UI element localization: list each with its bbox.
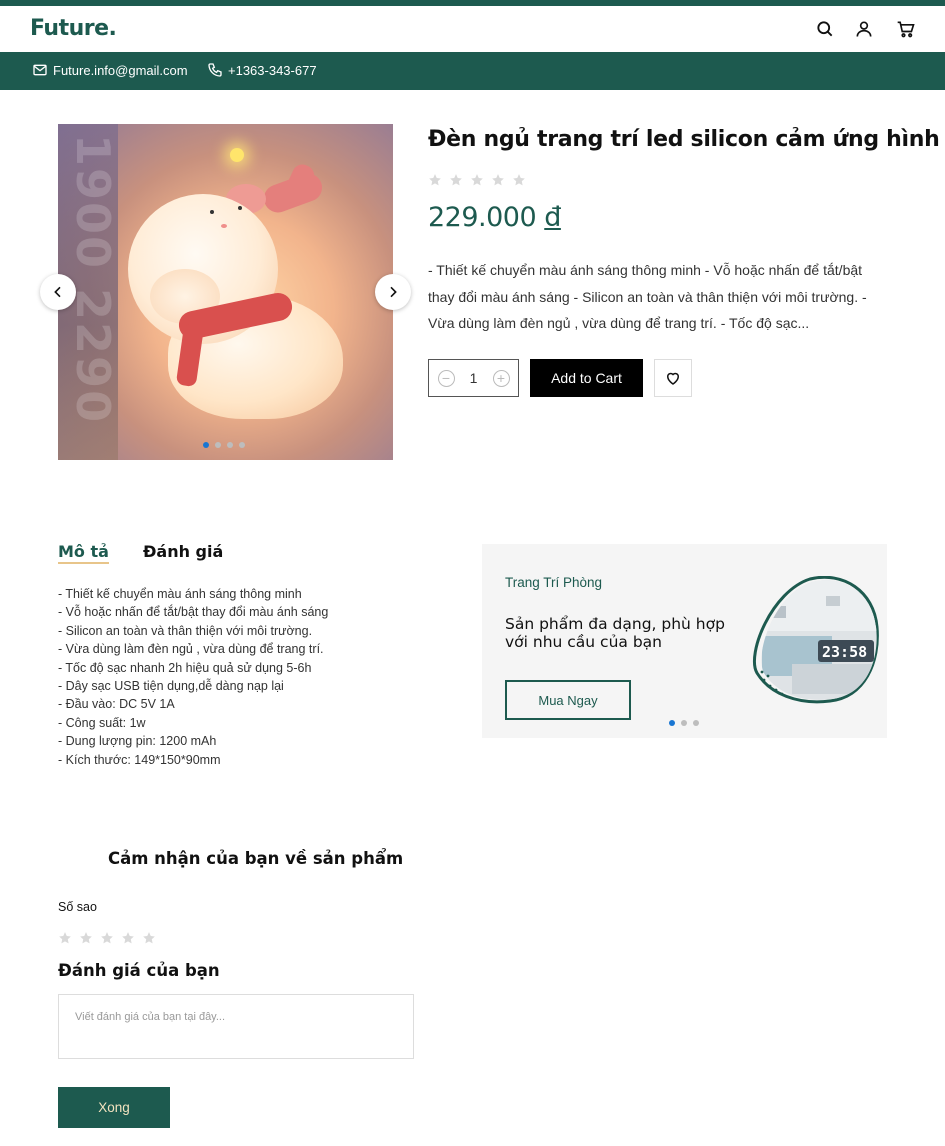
star-shape — [101, 932, 113, 944]
review-form-title: Cảm nhận của bạn về sản phẩm — [108, 849, 404, 868]
star-icon[interactable] — [100, 931, 114, 945]
chevron-left-icon — [54, 286, 61, 298]
gallery-next-button[interactable] — [375, 274, 411, 310]
carousel-dot[interactable] — [215, 442, 221, 448]
star-shape — [122, 932, 134, 944]
price-amount: 229.000 — [428, 202, 537, 233]
star-icon[interactable] — [512, 173, 526, 187]
star-shape — [492, 174, 504, 186]
star-icon[interactable] — [449, 173, 463, 187]
description-line: - Tốc độ sạc nhanh 2h hiệu quả sử dụng 5… — [58, 660, 312, 675]
mail-icon — [33, 64, 47, 76]
promo-card: Trang Trí Phòng Sản phẩm đa dạng, phù hợ… — [482, 544, 887, 738]
description-line: - Silicon an toàn và thân thiện với môi … — [58, 623, 313, 638]
description-line: - Thiết kế chuyển màu ánh sáng thông min… — [58, 587, 302, 601]
rating-label: Số sao — [58, 900, 97, 914]
review-textarea[interactable] — [58, 994, 414, 1059]
product-title: Đèn ngủ trang trí led silicon cảm ứng hì… — [428, 127, 940, 152]
image-watermark: 1900 2290 — [66, 134, 120, 425]
product-price: 229.000 đ — [428, 202, 561, 233]
carousel-dot[interactable] — [239, 442, 245, 448]
star-icon[interactable] — [58, 931, 72, 945]
wishlist-button[interactable] — [654, 359, 692, 397]
description-line: - Dung lượng pin: 1200 mAh — [58, 734, 217, 749]
contact-bar: Future.info@gmail.com +1363-343-677 — [0, 52, 945, 90]
promo-pagination — [669, 720, 699, 726]
star-icon[interactable] — [428, 173, 442, 187]
deer-light-glow — [230, 148, 244, 162]
heart-icon — [666, 372, 680, 385]
product-description-list: - Thiết kế chuyển màu ánh sáng thông min… — [58, 585, 328, 769]
carousel-dot[interactable] — [669, 720, 675, 726]
rating-input — [58, 931, 156, 945]
product-image: 1900 2290 — [58, 124, 393, 460]
product-short-description: - Thiết kế chuyển màu ánh sáng thông min… — [428, 262, 867, 331]
phone-icon — [208, 63, 222, 77]
add-to-cart-button[interactable]: Add to Cart — [530, 359, 643, 397]
gallery-prev-button[interactable] — [40, 274, 76, 310]
submit-review-button[interactable]: Xong — [58, 1087, 170, 1128]
carousel-dot[interactable] — [227, 442, 233, 448]
price-currency: đ — [544, 202, 561, 233]
logo[interactable]: Future. — [30, 16, 117, 41]
chevron-right-icon — [390, 286, 397, 298]
carousel-dot[interactable] — [693, 720, 699, 726]
deer-nose — [221, 224, 227, 228]
promo-category: Trang Trí Phòng — [505, 575, 603, 590]
star-icon[interactable] — [121, 931, 135, 945]
tab-reviews[interactable]: Đánh giá — [143, 542, 223, 561]
promo-room-image: 23:58 — [752, 576, 879, 704]
carousel-dot[interactable] — [203, 442, 209, 448]
decrease-quantity-button[interactable]: − — [437, 369, 455, 387]
contact-phone-text: +1363-343-677 — [228, 62, 317, 78]
promo-clock-text: 23:58 — [822, 643, 867, 661]
promo-headline: Sản phẩm đa dạng, phù hợp với nhu cầu củ… — [505, 615, 725, 651]
user-icon[interactable] — [854, 19, 874, 39]
search-icon[interactable] — [815, 19, 835, 39]
star-shape — [513, 174, 525, 186]
site-header: Future. — [0, 6, 945, 52]
quantity-input[interactable] — [463, 370, 484, 386]
star-shape — [59, 932, 71, 944]
deer-eye — [210, 210, 214, 214]
star-icon[interactable] — [470, 173, 484, 187]
shop-now-button[interactable]: Mua Ngay — [505, 680, 631, 720]
quantity-stepper: − + — [428, 359, 519, 397]
deer-eye — [238, 206, 242, 210]
star-shape — [471, 174, 483, 186]
tab-description[interactable]: Mô tả — [58, 542, 109, 564]
contact-phone[interactable]: +1363-343-677 — [207, 62, 317, 78]
star-icon[interactable] — [142, 931, 156, 945]
contact-email-text: Future.info@gmail.com — [53, 62, 188, 78]
star-shape — [429, 174, 441, 186]
cart-icon[interactable] — [896, 19, 916, 39]
description-line: - Đầu vào: DC 5V 1A — [58, 697, 175, 712]
star-shape — [450, 174, 462, 186]
contact-email[interactable]: Future.info@gmail.com — [32, 62, 188, 78]
carousel-dot[interactable] — [681, 720, 687, 726]
gallery-pagination — [203, 442, 245, 448]
description-line: - Công suất: 1w — [58, 715, 146, 730]
star-icon[interactable] — [491, 173, 505, 187]
description-line: - Vỗ hoặc nhấn để tắt/bật thay đổi màu á… — [58, 605, 329, 620]
star-icon[interactable] — [79, 931, 93, 945]
product-rating — [428, 173, 526, 187]
description-line: - Vừa dùng làm đèn ngủ , vừa dùng để tra… — [58, 642, 324, 657]
review-label: Đánh giá của bạn — [58, 961, 220, 980]
description-line: - Dây sạc USB tiện dụng,dễ dàng nạp lại — [58, 679, 284, 694]
star-shape — [143, 932, 155, 944]
star-shape — [80, 932, 92, 944]
description-line: - Kích thước: 149*150*90mm — [58, 752, 221, 767]
increase-quantity-button[interactable]: + — [492, 369, 510, 387]
